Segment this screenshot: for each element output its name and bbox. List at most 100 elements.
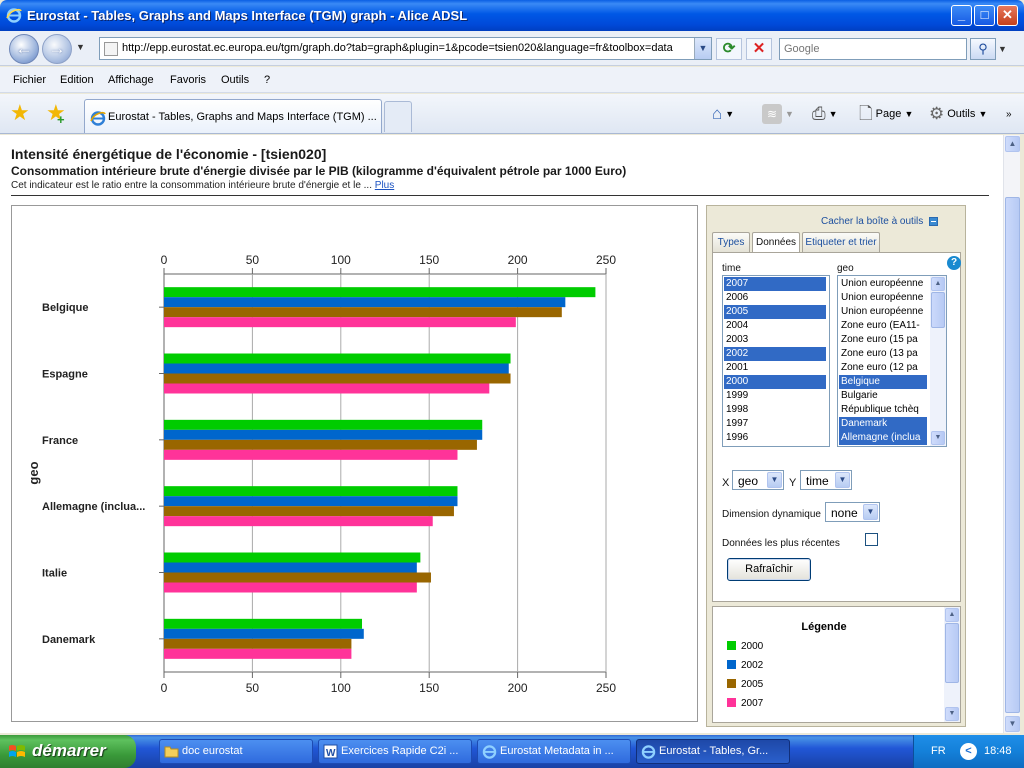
menu-bar: Fichier Edition Affichage Favoris Outils…: [0, 67, 1024, 93]
home-icon: ⌂: [712, 104, 723, 124]
list-option[interactable]: 1996: [724, 431, 826, 445]
taskbar-item-metadata[interactable]: Eurostat Metadata in ...: [477, 739, 631, 764]
scroll-thumb[interactable]: [931, 292, 945, 328]
list-option[interactable]: 1997: [724, 417, 826, 431]
list-option[interactable]: Union européenne: [839, 305, 927, 319]
x-axis-select[interactable]: geo ▼: [732, 470, 784, 490]
list-option[interactable]: 1998: [724, 403, 826, 417]
tools-menu-button[interactable]: ⚙ Outils ▼: [929, 102, 987, 126]
taskbar-item-eurostat-graph[interactable]: Eurostat - Tables, Gr...: [636, 739, 790, 764]
back-button[interactable]: ←: [9, 34, 39, 64]
page-menu-button[interactable]: 🗋 Page ▼: [859, 102, 913, 126]
menu-edit[interactable]: Edition: [60, 74, 94, 86]
list-option[interactable]: Union européenne: [839, 277, 927, 291]
minimize-button[interactable]: _: [951, 5, 972, 26]
list-option[interactable]: 2006: [724, 291, 826, 305]
bar: [164, 562, 417, 573]
list-option[interactable]: 2000: [724, 375, 826, 389]
list-option[interactable]: 1999: [724, 389, 826, 403]
recent-data-checkbox[interactable]: [865, 533, 878, 546]
list-option[interactable]: Bulgarie: [839, 389, 927, 403]
url-text[interactable]: http://epp.eurostat.ec.europa.eu/tgm/gra…: [122, 42, 692, 54]
taskbar-item-word[interactable]: W Exercices Rapide C2i ...: [318, 739, 472, 764]
list-option[interactable]: Belgique: [839, 375, 927, 389]
y-axis-select-value: time: [806, 474, 829, 488]
maximize-button[interactable]: □: [974, 5, 995, 26]
y-axis-select-label: Y: [789, 477, 797, 489]
favorites-star-icon[interactable]: ★: [10, 102, 30, 124]
scroll-thumb[interactable]: [1005, 197, 1020, 713]
tab-label-sort[interactable]: Etiqueter et trier: [802, 232, 880, 252]
feeds-button[interactable]: ≋ ▼: [762, 102, 794, 126]
hide-toolbox-link[interactable]: Cacher la boîte à outils: [821, 216, 939, 227]
address-dropdown-icon[interactable]: ▼: [694, 38, 711, 59]
list-option[interactable]: 2003: [724, 333, 826, 347]
new-tab-button[interactable]: [384, 101, 412, 132]
bar: [164, 373, 511, 384]
geo-list-scrollbar[interactable]: ▲ ▼: [930, 276, 946, 446]
scroll-down-icon[interactable]: ▼: [1005, 716, 1020, 732]
window-titlebar[interactable]: Eurostat - Tables, Graphs and Maps Inter…: [0, 0, 1024, 31]
time-listbox[interactable]: 1996 1997 1998 1999 2000 2001 2002 2003 2004 2005…: [722, 275, 830, 447]
list-option[interactable]: 2007: [724, 277, 826, 291]
refresh-icon[interactable]: ⟳: [716, 38, 742, 60]
dynamic-dimension-select[interactable]: none ▼: [825, 502, 880, 522]
forward-arrow-icon: →: [48, 39, 66, 58]
list-option[interactable]: Zone euro (13 pa: [839, 347, 927, 361]
taskbar-item-folder[interactable]: doc eurostat: [159, 739, 313, 764]
tab-eurostat[interactable]: Eurostat - Tables, Graphs and Maps Inter…: [84, 99, 382, 133]
printer-icon: ⎙: [812, 104, 826, 124]
list-option[interactable]: 2001: [724, 361, 826, 375]
list-option[interactable]: Allemagne (inclua: [839, 431, 927, 445]
list-option[interactable]: 2004: [724, 319, 826, 333]
address-field[interactable]: http://epp.eurostat.ec.europa.eu/tgm/gra…: [99, 37, 712, 60]
legend-swatch: [727, 641, 736, 650]
stop-icon[interactable]: ✕: [746, 38, 772, 60]
list-option[interactable]: Union européenne: [839, 291, 927, 305]
list-option[interactable]: Danemark: [839, 417, 927, 431]
y-axis-select[interactable]: time ▼: [800, 470, 852, 490]
refresh-data-button[interactable]: Rafraîchir: [727, 558, 811, 581]
list-option[interactable]: 2005: [724, 305, 826, 319]
geo-listbox[interactable]: Allemagne (inclua Danemark République tchè…: [837, 275, 947, 447]
taskbar: démarrer doc eurostat W Exercices Rapide…: [0, 735, 1024, 768]
scroll-up-icon[interactable]: ▲: [931, 277, 945, 291]
scroll-thumb[interactable]: [945, 623, 959, 683]
list-option[interactable]: 2002: [724, 347, 826, 361]
search-icon[interactable]: ⚲: [970, 38, 996, 60]
scroll-up-icon[interactable]: ▲: [945, 608, 959, 622]
close-window-button[interactable]: ✕: [997, 5, 1018, 26]
home-button[interactable]: ⌂ ▼: [712, 102, 734, 126]
search-dropdown-icon[interactable]: ▼: [998, 44, 1007, 54]
start-button[interactable]: démarrer: [0, 735, 136, 768]
legend-scrollbar[interactable]: ▲ ▼: [944, 607, 960, 722]
search-field[interactable]: [779, 38, 967, 60]
menu-tools[interactable]: Outils: [221, 74, 249, 86]
list-option[interactable]: Zone euro (EA11-: [839, 319, 927, 333]
tab-types[interactable]: Types: [712, 232, 750, 252]
tab-data[interactable]: Données: [752, 232, 800, 253]
menu-help[interactable]: ?: [264, 74, 270, 86]
help-icon[interactable]: ?: [947, 256, 961, 270]
scroll-down-icon[interactable]: ▼: [931, 431, 945, 445]
add-favorite-icon[interactable]: ★: [46, 102, 66, 132]
tab-toolbar: ★ ★ Eurostat - Tables, Graphs and Maps I…: [0, 94, 1024, 134]
scroll-up-icon[interactable]: ▲: [1005, 136, 1020, 152]
list-option[interactable]: République tchèq: [839, 403, 927, 417]
menu-file[interactable]: Fichier: [13, 74, 46, 86]
print-button[interactable]: ⎙ ▼: [812, 102, 838, 126]
history-dropdown-icon[interactable]: ▼: [76, 42, 85, 52]
menu-view[interactable]: Affichage: [108, 74, 154, 86]
menu-favorites[interactable]: Favoris: [170, 74, 206, 86]
search-input[interactable]: [780, 39, 966, 59]
list-option[interactable]: Zone euro (12 pa: [839, 361, 927, 375]
toolbar-overflow-icon[interactable]: »: [1006, 102, 1012, 126]
forward-button[interactable]: →: [42, 34, 72, 64]
back-arrow-icon[interactable]: <: [960, 743, 977, 760]
language-indicator[interactable]: FR: [931, 745, 946, 757]
scroll-down-icon[interactable]: ▼: [945, 707, 959, 721]
more-link[interactable]: Plus: [375, 180, 394, 191]
page-scrollbar[interactable]: ▲ ▼: [1003, 135, 1020, 733]
list-option[interactable]: Zone euro (15 pa: [839, 333, 927, 347]
x-tick-label-bottom: 50: [246, 681, 260, 695]
